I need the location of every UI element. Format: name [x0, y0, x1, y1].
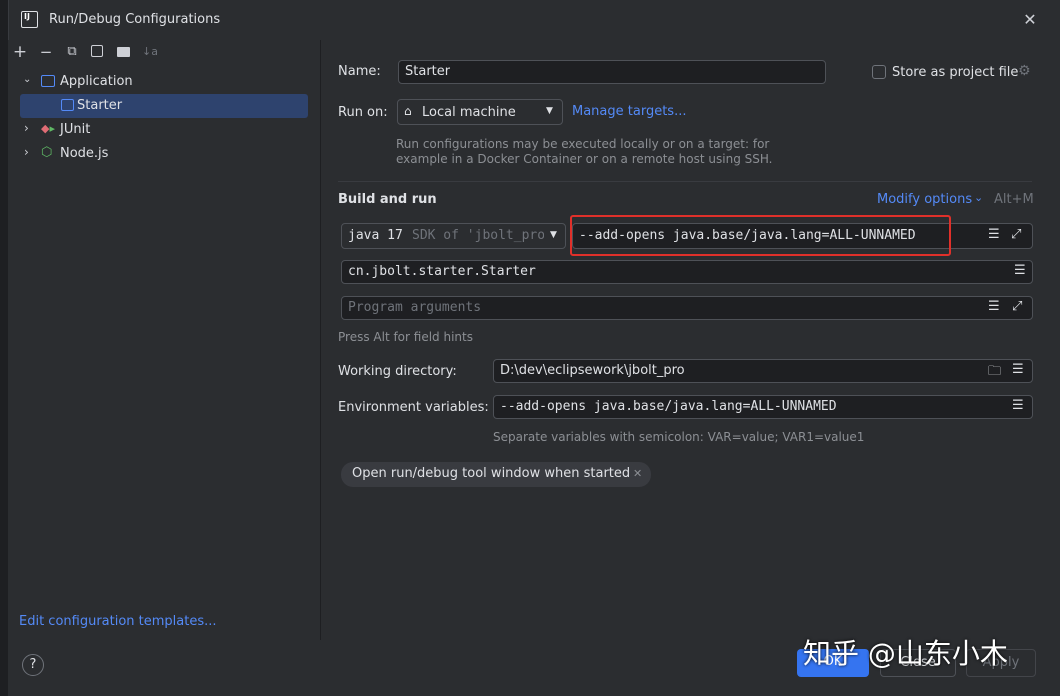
env-vars-label: Environment variables:: [338, 400, 489, 415]
separator: [338, 181, 1032, 182]
edit-templates-link[interactable]: Edit configuration templates...: [19, 614, 217, 629]
name-value: Starter: [405, 64, 451, 79]
working-dir-input[interactable]: D:\dev\eclipsework\jbolt_pro 🗀 ☰: [493, 359, 1033, 383]
tree-item-junit[interactable]: JUnit: [60, 122, 90, 137]
starter-config-icon: [61, 99, 74, 111]
save-icon[interactable]: [90, 44, 106, 60]
chevron-right-icon[interactable]: ›: [24, 121, 29, 135]
run-on-value: Local machine: [422, 105, 516, 120]
expand-text-icon[interactable]: ☰: [1012, 398, 1024, 413]
app-logo-icon: IJ: [21, 11, 38, 28]
expand-icon[interactable]: ⤢: [1011, 227, 1021, 242]
store-project-label[interactable]: Store as project file: [892, 65, 1018, 80]
window-title: Run/Debug Configurations: [49, 12, 221, 27]
add-icon[interactable]: +: [12, 44, 28, 61]
tree-item-nodejs[interactable]: Node.js: [60, 146, 108, 161]
run-on-label: Run on:: [338, 105, 388, 120]
program-args-input[interactable]: Program arguments ☰ ⤢: [341, 296, 1033, 320]
run-on-select[interactable]: ⌂ Local machine ▼: [397, 99, 563, 125]
store-project-checkbox[interactable]: [872, 65, 886, 79]
gear-icon[interactable]: ⚙: [1018, 63, 1031, 79]
env-vars-value: --add-opens java.base/java.lang=ALL-UNNA…: [500, 399, 837, 414]
watermark: 知乎 @山东小木: [803, 637, 1008, 670]
chevron-right-icon[interactable]: ›: [24, 145, 29, 159]
background-editor-strip: [0, 0, 8, 696]
main-class-input[interactable]: cn.jbolt.starter.Starter ☰: [341, 260, 1033, 284]
jdk-main: java 17: [348, 228, 403, 243]
jdk-sub: SDK of 'jbolt_pro: [412, 228, 544, 243]
name-input[interactable]: Starter: [398, 60, 826, 84]
program-args-placeholder: Program arguments: [348, 300, 482, 315]
highlight-box: [570, 215, 951, 256]
expand-text-icon[interactable]: ☰: [988, 227, 1000, 242]
nodejs-icon: ⬡: [41, 145, 53, 160]
chevron-down-icon: ▼: [550, 230, 557, 240]
build-run-heading: Build and run: [338, 192, 437, 207]
close-icon[interactable]: ✕: [633, 467, 642, 480]
chevron-down-icon: ▼: [546, 106, 553, 116]
tree-item-application[interactable]: Application: [60, 74, 133, 89]
home-icon: ⌂: [404, 104, 412, 118]
expand-text-icon[interactable]: ☰: [1014, 263, 1026, 278]
jdk-select[interactable]: java 17 SDK of 'jbolt_pro ▼: [341, 223, 566, 249]
folder-icon[interactable]: 🗀: [988, 362, 1001, 384]
chip-label: Open run/debug tool window when started: [352, 466, 631, 481]
option-chip[interactable]: Open run/debug tool window when started …: [341, 462, 651, 487]
run-on-hint-line1: Run configurations may be executed local…: [396, 137, 770, 151]
working-dir-label: Working directory:: [338, 364, 457, 379]
folder-icon[interactable]: [116, 44, 132, 60]
field-hints: Press Alt for field hints: [338, 330, 473, 344]
expand-text-icon[interactable]: ☰: [1012, 362, 1024, 377]
application-icon: [41, 75, 55, 87]
chevron-down-icon[interactable]: ⌄: [23, 74, 31, 85]
remove-icon[interactable]: −: [38, 44, 54, 60]
run-on-hint-line2: example in a Docker Container or on a re…: [396, 152, 773, 166]
env-vars-input[interactable]: --add-opens java.base/java.lang=ALL-UNNA…: [493, 395, 1033, 419]
expand-icon[interactable]: ⤢: [1012, 299, 1022, 314]
copy-icon[interactable]: ⧉: [64, 44, 80, 60]
modify-options-link[interactable]: Modify options: [877, 192, 972, 207]
expand-text-icon[interactable]: ☰: [988, 299, 1000, 314]
manage-targets-link[interactable]: Manage targets...: [572, 104, 686, 119]
help-button[interactable]: ?: [22, 654, 44, 676]
tree-item-starter[interactable]: Starter: [77, 98, 122, 113]
env-vars-hint: Separate variables with semicolon: VAR=v…: [493, 430, 865, 444]
working-dir-value: D:\dev\eclipsework\jbolt_pro: [500, 363, 685, 378]
modify-options-shortcut: Alt+M: [994, 192, 1034, 207]
junit-icon: ◆▸: [41, 122, 55, 135]
name-label: Name:: [338, 64, 381, 79]
title-bar: IJ Run/Debug Configurations ✕: [9, 0, 1060, 40]
main-class-value: cn.jbolt.starter.Starter: [348, 264, 536, 279]
chevron-down-icon[interactable]: ⌄: [974, 191, 983, 204]
close-icon[interactable]: ✕: [1022, 12, 1038, 28]
sort-icon[interactable]: ↓a: [142, 44, 158, 60]
